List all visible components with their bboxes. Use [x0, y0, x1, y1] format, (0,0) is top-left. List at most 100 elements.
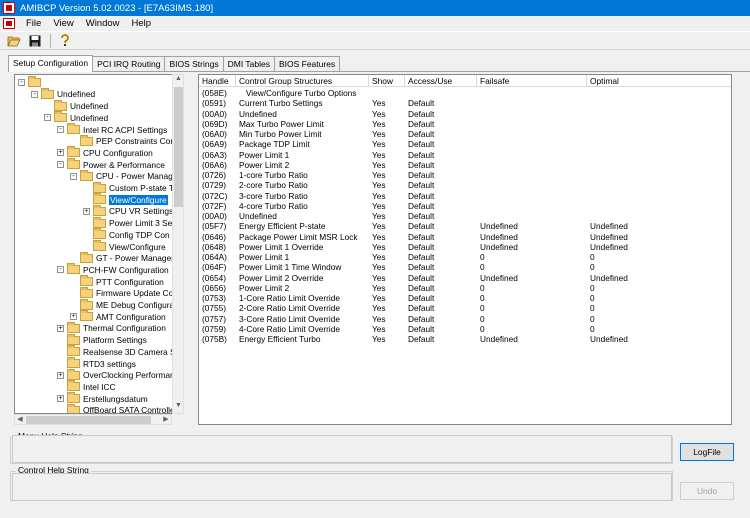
cell-failsafe[interactable]: 0: [477, 293, 587, 303]
expand-icon[interactable]: +: [83, 207, 90, 215]
tree-item[interactable]: Config TDP Con: [93, 228, 170, 241]
cell-handle[interactable]: (069D): [199, 119, 236, 129]
cell-control-group[interactable]: Current Turbo Settings: [236, 98, 369, 108]
cell-failsafe[interactable]: [477, 180, 587, 190]
tree-item[interactable]: ME Debug Configurat: [80, 298, 177, 311]
cell-show[interactable]: Yes: [369, 119, 405, 129]
cell-handle[interactable]: (06A3): [199, 150, 236, 160]
cell-control-group[interactable]: Package TDP Limit: [236, 139, 369, 149]
table-row[interactable]: (069D) Max Turbo Power Limit Yes Default: [199, 119, 731, 129]
menu-view[interactable]: View: [47, 18, 79, 29]
cell-failsafe[interactable]: [477, 201, 587, 211]
cell-show[interactable]: Yes: [369, 273, 405, 283]
cell-optimal[interactable]: 0: [587, 262, 731, 272]
tree-item[interactable]: GT - Power Managen: [80, 251, 176, 265]
cell-access-use[interactable]: Default: [405, 201, 477, 211]
table-row[interactable]: (0726) 1-core Turbo Ratio Yes Default: [199, 170, 731, 180]
tree-item[interactable]: + CPU Configuration: [57, 146, 153, 159]
table-row[interactable]: (0757) 3-Core Ratio Limit Override Yes Defa…: [199, 314, 731, 324]
cell-optimal[interactable]: 0: [587, 303, 731, 313]
system-menu-icon[interactable]: [3, 18, 15, 29]
cell-handle[interactable]: (0648): [199, 242, 236, 252]
cell-control-group[interactable]: 1-core Turbo Ratio: [236, 170, 369, 180]
tree-item[interactable]: Realsense 3D Camera Se: [67, 345, 180, 358]
cell-optimal[interactable]: [587, 98, 731, 108]
table-row[interactable]: (06A3) Power Limit 1 Yes Default: [199, 150, 731, 160]
table-row[interactable]: (06A9) Package TDP Limit Yes Default: [199, 139, 731, 149]
cell-optimal[interactable]: [587, 109, 731, 119]
cell-optimal[interactable]: [587, 191, 731, 201]
cell-optimal[interactable]: [587, 160, 731, 170]
tree-item[interactable]: Custom P-state T: [93, 181, 174, 194]
collapse-icon[interactable]: -: [57, 266, 64, 274]
cell-handle[interactable]: (0656): [199, 283, 236, 293]
cell-control-group[interactable]: Power Limit 1: [236, 150, 369, 160]
cell-access-use[interactable]: Default: [405, 334, 477, 344]
cell-control-group[interactable]: Power Limit 1 Override: [236, 242, 369, 252]
cell-optimal[interactable]: [587, 170, 731, 180]
col-optimal[interactable]: Optimal: [587, 75, 731, 87]
cell-show[interactable]: Yes: [369, 232, 405, 242]
cell-show[interactable]: Yes: [369, 129, 405, 139]
table-row[interactable]: (00A0) Undefined Yes Default: [199, 109, 731, 119]
collapse-icon[interactable]: -: [44, 114, 51, 122]
cell-show[interactable]: Yes: [369, 242, 405, 252]
cell-control-group[interactable]: View/Configure Turbo Options: [236, 88, 369, 98]
cell-handle[interactable]: (00A0): [199, 109, 236, 119]
cell-optimal[interactable]: [587, 211, 731, 221]
tree-item[interactable]: - Intel RC ACPI Settings: [57, 123, 167, 136]
cell-show[interactable]: [369, 88, 405, 98]
cell-handle[interactable]: (0646): [199, 232, 236, 242]
cell-handle[interactable]: (072F): [199, 201, 236, 211]
tree-item[interactable]: View/Configure: [93, 193, 168, 206]
tree-item[interactable]: + Thermal Configuration: [57, 321, 166, 335]
control-grid[interactable]: Handle Control Group Structures Show Acc…: [198, 74, 732, 425]
cell-show[interactable]: Yes: [369, 150, 405, 160]
cell-access-use[interactable]: Default: [405, 180, 477, 190]
tab-bios-features[interactable]: BIOS Features: [273, 56, 341, 72]
expand-icon[interactable]: +: [57, 324, 64, 332]
tree-item[interactable]: + OverClocking Performanc: [57, 368, 179, 382]
cell-failsafe[interactable]: [477, 129, 587, 139]
cell-handle[interactable]: (0753): [199, 293, 236, 303]
col-control-group[interactable]: Control Group Structures: [236, 75, 369, 87]
cell-show[interactable]: Yes: [369, 180, 405, 190]
cell-failsafe[interactable]: 0: [477, 303, 587, 313]
cell-handle[interactable]: (06A6): [199, 160, 236, 170]
tab-dmi-tables[interactable]: DMI Tables: [222, 56, 275, 72]
cell-access-use[interactable]: Default: [405, 273, 477, 283]
cell-failsafe[interactable]: [477, 170, 587, 180]
cell-optimal[interactable]: Undefined: [587, 242, 731, 252]
setup-tree[interactable]: - - Undefined Undefined - Undefined - Intel RC …: [14, 74, 184, 414]
cell-failsafe[interactable]: Undefined: [477, 221, 587, 231]
cell-show[interactable]: Yes: [369, 324, 405, 334]
col-show[interactable]: Show: [369, 75, 405, 87]
tree-item[interactable]: PTT Configuration: [80, 275, 164, 288]
tree-item[interactable]: Undefined: [54, 99, 108, 112]
cell-show[interactable]: Yes: [369, 303, 405, 313]
tree-item[interactable]: - Undefined: [44, 111, 108, 124]
cell-optimal[interactable]: Undefined: [587, 334, 731, 344]
cell-access-use[interactable]: Default: [405, 211, 477, 221]
cell-show[interactable]: Yes: [369, 191, 405, 201]
cell-access-use[interactable]: Default: [405, 98, 477, 108]
table-row[interactable]: (0729) 2-core Turbo Ratio Yes Default: [199, 180, 731, 190]
cell-optimal[interactable]: 0: [587, 324, 731, 334]
col-access-use[interactable]: Access/Use: [405, 75, 477, 87]
cell-optimal[interactable]: [587, 180, 731, 190]
cell-failsafe[interactable]: [477, 139, 587, 149]
cell-failsafe[interactable]: [477, 119, 587, 129]
cell-handle[interactable]: (075B): [199, 334, 236, 344]
cell-access-use[interactable]: Default: [405, 129, 477, 139]
cell-optimal[interactable]: 0: [587, 293, 731, 303]
table-row[interactable]: (05F7) Energy Efficient P-state Yes Default…: [199, 221, 731, 231]
tree-item[interactable]: OffBoard SATA Controller: [67, 403, 178, 413]
cell-optimal[interactable]: 0: [587, 252, 731, 262]
cell-access-use[interactable]: Default: [405, 242, 477, 252]
cell-failsafe[interactable]: [477, 98, 587, 108]
save-icon[interactable]: [27, 33, 43, 48]
tree-item[interactable]: PEP Constraints Conf: [80, 134, 177, 148]
table-row[interactable]: (0755) 2-Core Ratio Limit Override Yes Defa…: [199, 303, 731, 313]
table-row[interactable]: (00A0) Undefined Yes Default: [199, 211, 731, 221]
cell-access-use[interactable]: Default: [405, 191, 477, 201]
